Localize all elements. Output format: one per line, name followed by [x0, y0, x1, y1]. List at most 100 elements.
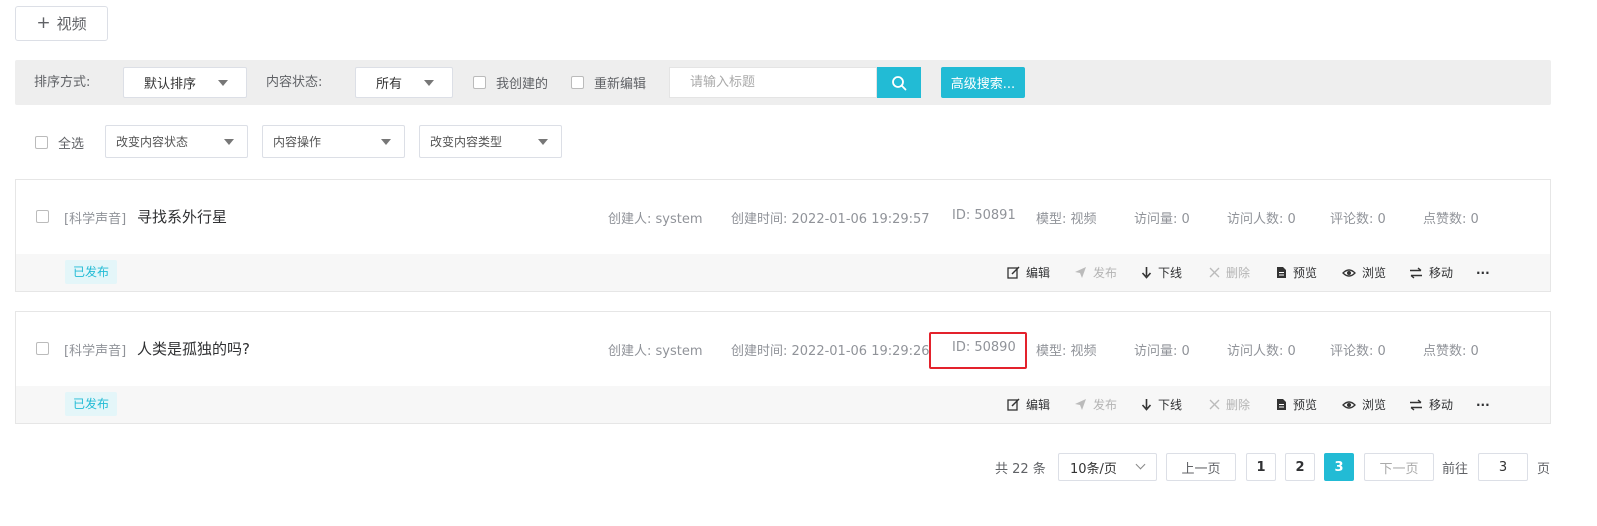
plus-icon: + — [36, 13, 51, 33]
close-icon — [1209, 267, 1220, 278]
item-checkbox[interactable] — [36, 342, 49, 355]
browse-button[interactable]: 浏览 — [1342, 254, 1386, 291]
move-button[interactable]: 移动 — [1409, 386, 1453, 423]
change-status-select[interactable]: 改变内容状态 — [105, 125, 248, 158]
my-created-checkbox[interactable]: 我创建的 — [473, 60, 548, 105]
offline-button[interactable]: 下线 — [1141, 254, 1182, 291]
caret-down-icon — [218, 80, 228, 86]
search-button[interactable] — [877, 67, 921, 98]
add-video-label: 视频 — [56, 15, 87, 33]
send-icon — [1075, 399, 1086, 410]
item-creator: 创建人: system — [608, 212, 703, 227]
arrow-down-icon — [1141, 267, 1152, 279]
item-title[interactable]: 人类是孤独的吗? — [137, 338, 250, 359]
publish-button[interactable]: 发布 — [1074, 254, 1117, 291]
caret-down-icon — [538, 139, 548, 145]
publish-label: 发布 — [1093, 398, 1118, 412]
page-size-value: 10条/页 — [1070, 461, 1117, 477]
publish-label: 发布 — [1093, 266, 1118, 280]
preview-button[interactable]: 预览 — [1276, 254, 1317, 291]
edit-icon — [1007, 398, 1020, 411]
offline-button[interactable]: 下线 — [1141, 386, 1182, 423]
move-label: 移动 — [1429, 266, 1454, 280]
item-likes: 点赞数: 0 — [1423, 212, 1479, 227]
caret-down-icon — [424, 80, 434, 86]
item-visits: 访问量: 0 — [1134, 212, 1190, 227]
browse-button[interactable]: 浏览 — [1342, 386, 1386, 423]
sort-select[interactable]: 默认排序 — [123, 67, 247, 98]
caret-down-icon — [381, 139, 391, 145]
re-edit-checkbox[interactable]: 重新编辑 — [571, 60, 646, 105]
more-button[interactable]: ··· — [1476, 386, 1490, 423]
re-edit-label: 重新编辑 — [594, 77, 647, 92]
item-comments: 评论数: 0 — [1330, 344, 1386, 359]
checkbox-box[interactable] — [571, 76, 584, 89]
browse-label: 浏览 — [1362, 398, 1387, 412]
next-page-button[interactable]: 下一页 — [1364, 453, 1434, 481]
eye-icon — [1342, 268, 1356, 277]
select-all-checkbox[interactable]: 全选 — [35, 125, 84, 159]
edit-button[interactable]: 编辑 — [1007, 254, 1050, 291]
checkbox-box[interactable] — [473, 76, 486, 89]
page-button-2[interactable]: 2 — [1285, 453, 1315, 481]
item-created-time: 创建时间: 2022-01-06 19:29:26 — [731, 344, 930, 359]
caret-down-icon — [224, 139, 234, 145]
publish-button[interactable]: 发布 — [1074, 386, 1117, 423]
delete-label: 删除 — [1226, 398, 1251, 412]
chevron-down-icon — [1135, 459, 1146, 470]
item-visitors: 访问人数: 0 — [1227, 344, 1296, 359]
select-all-label: 全选 — [58, 136, 85, 152]
status-badge: 已发布 — [65, 260, 118, 284]
eye-icon — [1342, 400, 1356, 409]
edit-label: 编辑 — [1026, 266, 1051, 280]
advanced-search-button[interactable]: 高级搜索... — [941, 67, 1025, 98]
pagination-total: 共 22 条 — [995, 461, 1046, 477]
add-video-button[interactable]: + 视频 — [15, 6, 108, 41]
status-label: 内容状态: — [266, 75, 323, 90]
change-type-label: 改变内容类型 — [430, 135, 503, 149]
status-select[interactable]: 所有 — [355, 67, 453, 98]
edit-icon — [1007, 266, 1020, 279]
preview-label: 预览 — [1293, 266, 1318, 280]
preview-button[interactable]: 预览 — [1276, 386, 1317, 423]
item-title[interactable]: 寻找系外行星 — [137, 206, 227, 227]
batch-operations: 全选 改变内容状态 内容操作 改变内容类型 — [15, 125, 615, 159]
browse-label: 浏览 — [1362, 266, 1387, 280]
checkbox-box[interactable] — [35, 135, 48, 149]
content-ops-select[interactable]: 内容操作 — [262, 125, 405, 158]
delete-button[interactable]: 删除 — [1209, 254, 1250, 291]
page-button-3[interactable]: 3 — [1324, 453, 1354, 481]
send-icon — [1075, 267, 1086, 278]
document-icon — [1277, 267, 1286, 278]
item-creator: 创建人: system — [608, 344, 703, 359]
page-button-1[interactable]: 1 — [1246, 453, 1276, 481]
page-suffix-label: 页 — [1537, 461, 1551, 477]
goto-page-input[interactable] — [1478, 453, 1528, 481]
move-button[interactable]: 移动 — [1409, 254, 1453, 291]
arrow-down-icon — [1141, 399, 1152, 411]
prev-page-button[interactable]: 上一页 — [1166, 453, 1236, 481]
edit-button[interactable]: 编辑 — [1007, 386, 1050, 423]
item-likes: 点赞数: 0 — [1423, 344, 1479, 359]
item-visitors: 访问人数: 0 — [1227, 212, 1296, 227]
item-comments: 评论数: 0 — [1330, 212, 1386, 227]
item-visits: 访问量: 0 — [1134, 344, 1190, 359]
sort-label: 排序方式: — [34, 75, 91, 90]
delete-button[interactable]: 删除 — [1209, 386, 1250, 423]
search-input[interactable] — [669, 67, 877, 98]
status-select-value: 所有 — [376, 77, 403, 92]
item-checkbox[interactable] — [36, 210, 49, 223]
more-button[interactable]: ··· — [1476, 254, 1490, 291]
edit-label: 编辑 — [1026, 398, 1051, 412]
change-type-select[interactable]: 改变内容类型 — [419, 125, 562, 158]
content-ops-label: 内容操作 — [273, 135, 322, 149]
highlight-annotation — [929, 332, 1027, 369]
item-created-time: 创建时间: 2022-01-06 19:29:57 — [731, 212, 930, 227]
offline-label: 下线 — [1158, 266, 1183, 280]
sort-select-value: 默认排序 — [144, 77, 197, 92]
item-category: [科学声音] — [64, 212, 127, 227]
preview-label: 预览 — [1293, 398, 1318, 412]
document-icon — [1277, 399, 1286, 410]
move-label: 移动 — [1429, 398, 1454, 412]
page-size-select[interactable]: 10条/页 — [1058, 453, 1157, 481]
